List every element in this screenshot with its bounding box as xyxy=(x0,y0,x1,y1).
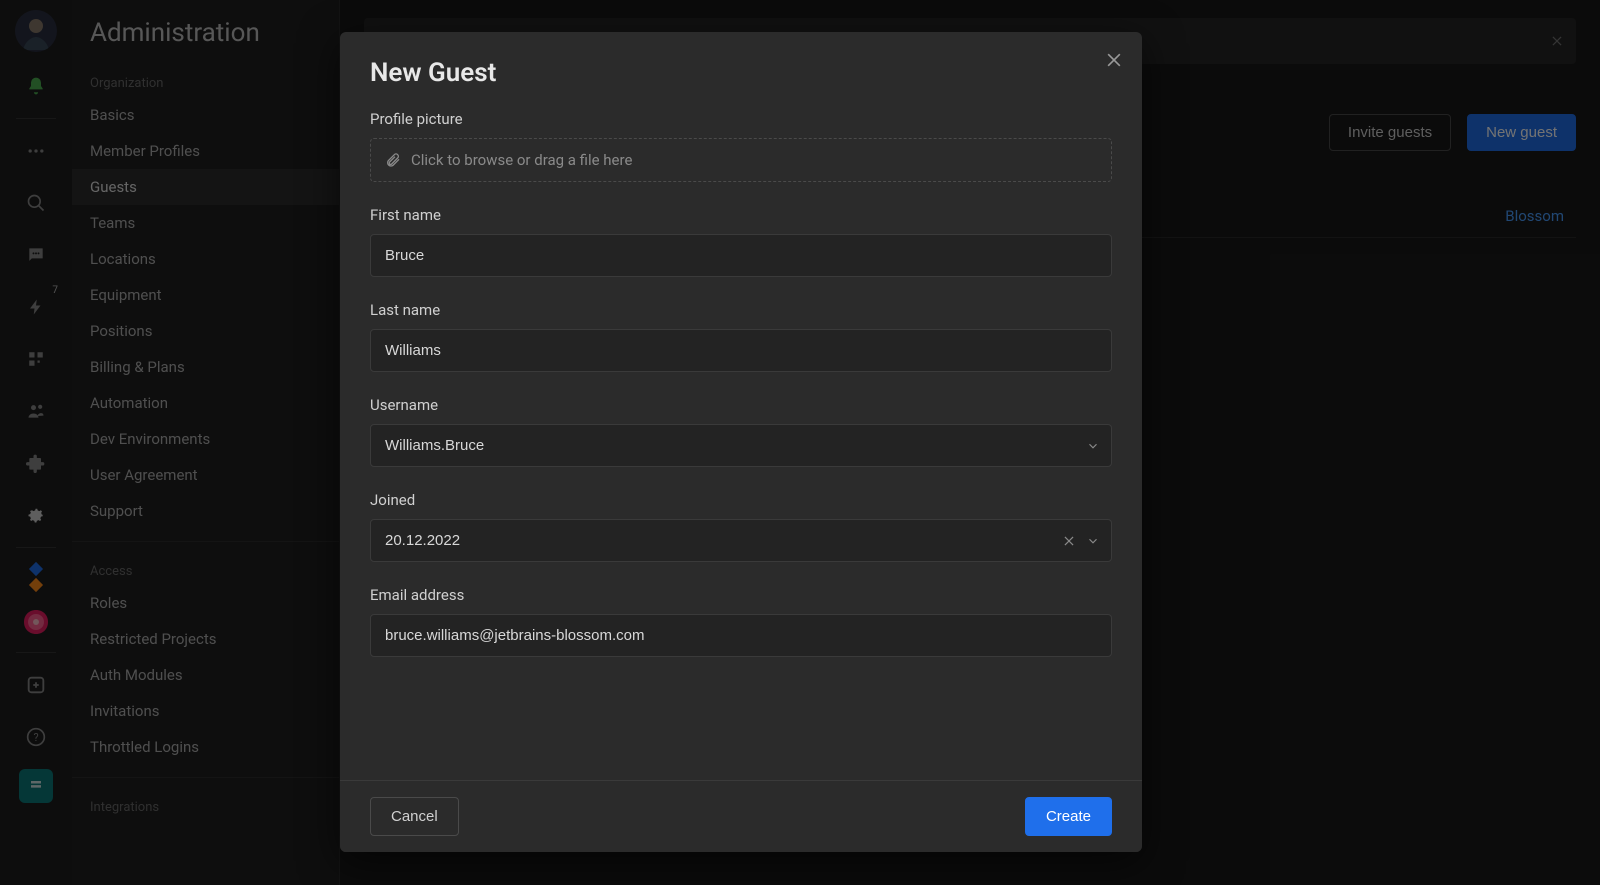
cancel-button[interactable]: Cancel xyxy=(370,797,459,836)
label-profile-picture: Profile picture xyxy=(370,110,1112,128)
attachment-icon xyxy=(385,152,401,168)
chevron-down-icon[interactable] xyxy=(1086,439,1100,453)
dropzone-text: Click to browse or drag a file here xyxy=(411,151,632,169)
last-name-input[interactable] xyxy=(370,329,1112,372)
modal-close-icon[interactable] xyxy=(1104,50,1124,70)
label-last-name: Last name xyxy=(370,301,1112,319)
clear-joined-icon[interactable] xyxy=(1062,534,1076,548)
username-input[interactable] xyxy=(370,424,1112,467)
email-input[interactable] xyxy=(370,614,1112,657)
modal-title: New Guest xyxy=(370,58,1112,88)
first-name-input[interactable] xyxy=(370,234,1112,277)
label-first-name: First name xyxy=(370,206,1112,224)
chevron-down-icon[interactable] xyxy=(1086,534,1100,548)
label-email: Email address xyxy=(370,586,1112,604)
create-button[interactable]: Create xyxy=(1025,797,1112,836)
new-guest-modal: New Guest Profile picture Click to brows… xyxy=(340,32,1142,852)
profile-picture-dropzone[interactable]: Click to browse or drag a file here xyxy=(370,138,1112,182)
label-username: Username xyxy=(370,396,1112,414)
label-joined: Joined xyxy=(370,491,1112,509)
joined-input[interactable] xyxy=(370,519,1112,562)
